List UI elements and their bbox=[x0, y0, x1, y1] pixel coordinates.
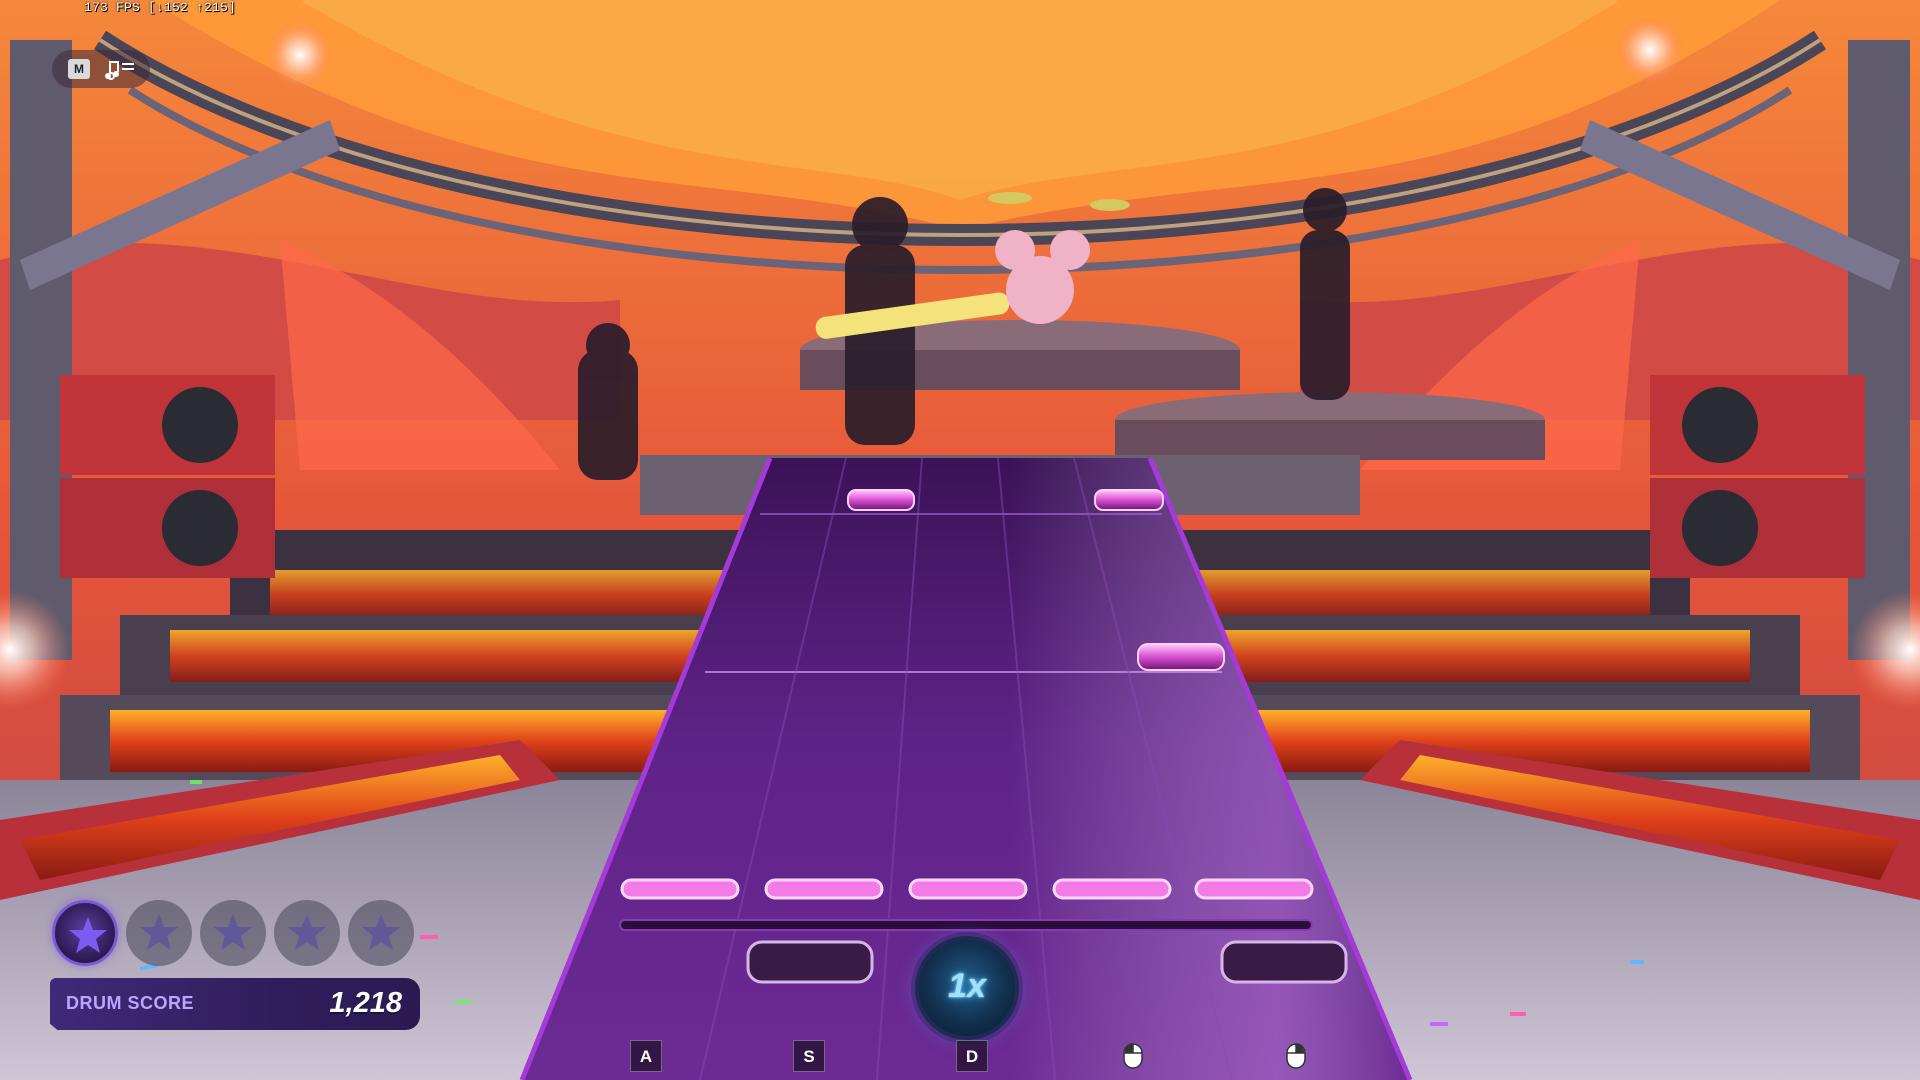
star-icon bbox=[288, 914, 326, 950]
game-viewport: 173 FPS [↓152 ↑215] M DRUM SCORE 1,218 1… bbox=[0, 0, 1920, 1080]
star-slot-3 bbox=[200, 900, 266, 966]
star-slot-2 bbox=[126, 900, 192, 966]
menu-shortcut-pill[interactable]: M bbox=[52, 50, 150, 88]
left-pad-indicator bbox=[746, 940, 874, 984]
note-gem bbox=[1137, 643, 1225, 671]
star-icon bbox=[69, 917, 107, 953]
star-meter bbox=[52, 900, 422, 970]
score-label: DRUM SCORE bbox=[66, 993, 195, 1013]
score-value: 1,218 bbox=[329, 987, 402, 1019]
right-pad-indicator bbox=[1220, 940, 1348, 984]
mouse-right-icon bbox=[1286, 1043, 1306, 1069]
lane-key-mouse-left bbox=[1117, 1040, 1149, 1072]
lane-key-a: A bbox=[630, 1040, 662, 1072]
star-slot-1 bbox=[52, 900, 118, 966]
score-multiplier: 1x bbox=[915, 936, 1019, 1040]
menu-key[interactable]: M bbox=[68, 59, 90, 79]
star-icon bbox=[214, 914, 252, 950]
mouse-left-icon bbox=[1123, 1043, 1143, 1069]
strike-line bbox=[619, 878, 1314, 931]
star-icon bbox=[140, 914, 178, 950]
lane-key-d: D bbox=[956, 1040, 988, 1072]
music-list-icon[interactable] bbox=[102, 56, 136, 82]
drum-score-panel: DRUM SCORE 1,218 bbox=[50, 978, 420, 1030]
multiplier-value: 1x bbox=[948, 967, 986, 1005]
lane-key-s: S bbox=[793, 1040, 825, 1072]
note-gem bbox=[847, 489, 915, 511]
lane-key-mouse-right bbox=[1280, 1040, 1312, 1072]
star-slot-4 bbox=[274, 900, 340, 966]
fps-counter: 173 FPS [↓152 ↑215] bbox=[84, 0, 237, 15]
star-slot-5 bbox=[348, 900, 414, 966]
note-gem bbox=[1094, 489, 1164, 511]
star-icon bbox=[362, 914, 400, 950]
